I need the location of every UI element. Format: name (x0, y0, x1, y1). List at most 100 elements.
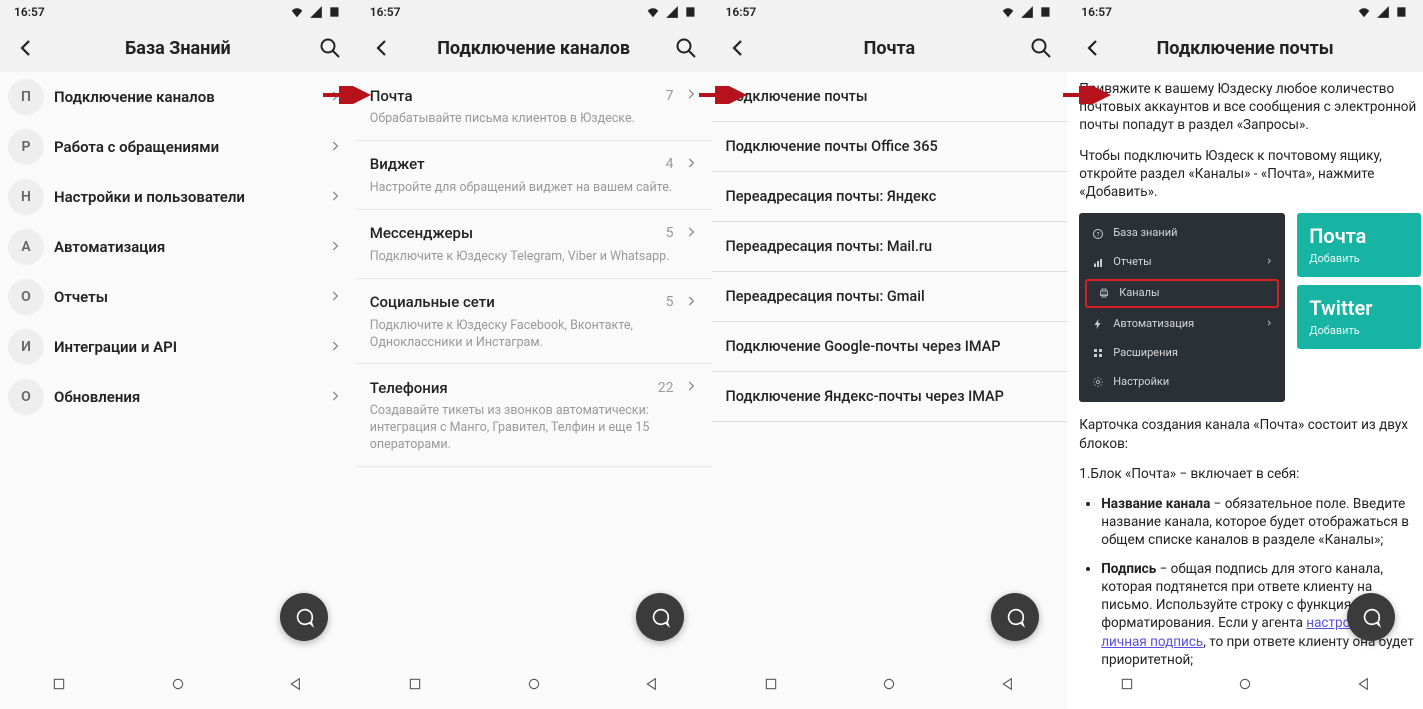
nav-recent[interactable] (1118, 675, 1136, 693)
navbar (356, 669, 712, 699)
category-label: Работа с обращениями (54, 138, 328, 156)
tiles: Почта Добавить Twitter Добавить (1297, 213, 1421, 402)
channel-desc: Настройте для обращений виджет на вашем … (370, 180, 698, 197)
category-label: Отчеты (54, 288, 328, 306)
search-button[interactable] (670, 36, 702, 60)
menu-item: ? База знаний (1079, 219, 1285, 248)
channel-count: 22 (658, 380, 674, 396)
letter-badge: И (8, 329, 44, 365)
category-row[interactable]: О Отчеты (0, 272, 356, 322)
nav-recent[interactable] (406, 675, 424, 693)
status-icons (999, 5, 1053, 20)
chevron-right-icon (684, 155, 698, 174)
category-label: Обновления (54, 388, 328, 406)
tile-title: Почта (1309, 223, 1409, 250)
channel-count: 4 (666, 156, 674, 172)
clock: 16:57 (1081, 5, 1112, 19)
chart-icon (1091, 256, 1105, 270)
statusbar: 16:57 (0, 0, 356, 24)
channel-row[interactable]: Мессенджеры5Подключите к Юздеску Telegra… (356, 210, 712, 279)
back-button[interactable] (722, 36, 754, 60)
back-button[interactable] (10, 36, 42, 60)
page-title: Подключение каналов (398, 38, 670, 59)
svg-text:?: ? (1097, 231, 1100, 238)
channel-row[interactable]: Виджет4 Настройте для обращений виджет на… (356, 141, 712, 210)
category-row[interactable]: ННастройки и пользователи (0, 172, 356, 222)
chevron-right-icon (1265, 317, 1273, 332)
clock: 16:57 (370, 5, 401, 19)
channel-row[interactable]: Почта7Обрабатывайте письма клиентов в Юз… (356, 72, 712, 141)
nav-home[interactable] (525, 675, 543, 693)
nav-recent[interactable] (50, 675, 68, 693)
navbar (0, 669, 356, 699)
printer-icon (1097, 286, 1111, 300)
channel-title: Телефония (370, 379, 658, 397)
article-link[interactable]: Подключение Яндекс-почты через IMAP (712, 372, 1068, 422)
statusbar: 16:57 (712, 0, 1068, 24)
menu-item: Расширения (1079, 339, 1285, 368)
ordered-item: 1.Блок «Почта» − включает в себя: (1079, 465, 1421, 483)
chat-fab[interactable] (991, 593, 1039, 641)
chevron-right-icon (684, 378, 698, 397)
back-button[interactable] (1077, 36, 1109, 60)
page-title: Почта (754, 38, 1026, 59)
category-row[interactable]: ППодключение каналов (0, 72, 356, 122)
channel-row[interactable]: Социальные сети5Подключите к Юздеску Fac… (356, 279, 712, 365)
menu-label: База знаний (1113, 226, 1273, 241)
chevron-right-icon (328, 338, 342, 357)
nav-home[interactable] (1236, 675, 1254, 693)
paragraph: Привяжите к вашему Юздеску любое количес… (1079, 80, 1421, 135)
status-icons (644, 5, 698, 20)
status-icons (1355, 5, 1409, 20)
channel-title: Почта (370, 87, 666, 105)
channel-title: Виджет (370, 155, 666, 173)
category-row[interactable]: А Автоматизация (0, 222, 356, 272)
channel-title: Мессенджеры (370, 224, 666, 242)
chat-fab[interactable] (1347, 593, 1395, 641)
menu-item: Отчеты (1079, 248, 1285, 277)
chevron-right-icon (328, 188, 342, 207)
channel-count: 5 (666, 225, 674, 241)
back-button[interactable] (366, 36, 398, 60)
category-row[interactable]: ООбновления (0, 372, 356, 422)
chevron-right-icon (328, 238, 342, 257)
appbar: Подключение почты (1067, 24, 1423, 72)
nav-back[interactable] (1355, 675, 1373, 693)
chevron-right-icon (1265, 255, 1273, 270)
channel-row[interactable]: Телефония22Создавайте тикеты из звонков … (356, 364, 712, 467)
letter-badge: О (8, 279, 44, 315)
screenshot-embed: ?База знанийОтчетыКаналыАвтоматизацияРас… (1079, 213, 1421, 402)
grid-icon (1091, 346, 1105, 360)
category-label: Подключение каналов (54, 88, 328, 106)
appbar: Подключение каналов (356, 24, 712, 72)
chat-fab[interactable] (280, 593, 328, 641)
nav-recent[interactable] (762, 675, 780, 693)
article-link[interactable]: Подключение Google-почты через IMAP (712, 322, 1068, 372)
category-row[interactable]: ИИнтеграции и API (0, 322, 356, 372)
nav-home[interactable] (169, 675, 187, 693)
article-link[interactable]: Переадресация почты: Яндекс (712, 172, 1068, 222)
article-link[interactable]: Подключение почты (712, 72, 1068, 122)
chevron-right-icon (684, 224, 698, 243)
bolt-icon (1091, 317, 1105, 331)
article-link[interactable]: Подключение почты Office 365 (712, 122, 1068, 172)
nav-home[interactable] (880, 675, 898, 693)
menu-label: Расширения (1113, 346, 1273, 361)
search-button[interactable] (314, 36, 346, 60)
phone-1: 16:57 База Знаний ППодключение каналовРР… (0, 0, 356, 709)
letter-badge: Н (8, 179, 44, 215)
article-link[interactable]: Переадресация почты: Mail.ru (712, 222, 1068, 272)
category-label: Автоматизация (54, 238, 328, 256)
letter-badge: А (8, 229, 44, 265)
appbar: Почта (712, 24, 1068, 72)
menu-item: Автоматизация (1079, 310, 1285, 339)
nav-back[interactable] (287, 675, 305, 693)
article-link[interactable]: Переадресация почты: Gmail (712, 272, 1068, 322)
nav-back[interactable] (643, 675, 661, 693)
category-row[interactable]: РРабота с обращениями (0, 122, 356, 172)
search-button[interactable] (1025, 36, 1057, 60)
nav-back[interactable] (999, 675, 1017, 693)
chat-fab[interactable] (636, 593, 684, 641)
list-item: Название канала − обязательное поле. Вве… (1101, 495, 1421, 550)
tile-twitter: Twitter Добавить (1297, 285, 1421, 349)
